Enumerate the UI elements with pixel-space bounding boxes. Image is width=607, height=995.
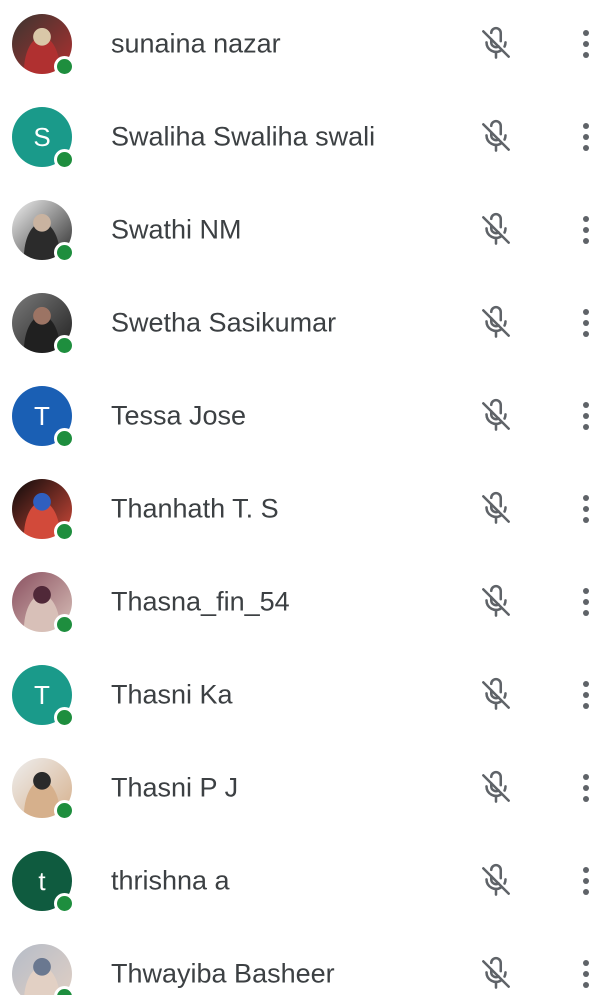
mic-off-icon[interactable] <box>477 304 515 342</box>
more-vert-icon[interactable] <box>574 675 598 715</box>
online-status-dot <box>54 799 75 821</box>
online-status-dot <box>54 241 75 263</box>
participant-row[interactable]: S Swaliha Swaliha swali <box>0 90 607 183</box>
mic-off-icon[interactable] <box>477 955 515 993</box>
participant-row[interactable]: Swathi NM <box>0 183 607 276</box>
avatar <box>12 478 75 542</box>
online-status-dot <box>54 892 75 914</box>
mic-off-icon[interactable] <box>477 25 515 63</box>
mic-off-icon[interactable] <box>477 397 515 435</box>
participant-name: Thasni P J <box>111 772 239 802</box>
participant-row[interactable]: Thwayiba Basheer <box>0 927 607 995</box>
participant-row[interactable]: sunaina nazar <box>0 0 607 90</box>
avatar <box>12 757 75 821</box>
avatar: T <box>12 664 75 728</box>
online-status-dot <box>54 148 75 170</box>
mic-off-icon[interactable] <box>477 118 515 156</box>
participant-name: Tessa Jose <box>111 400 247 430</box>
more-vert-icon[interactable] <box>574 768 598 808</box>
participant-name: Thwayiba Basheer <box>111 958 335 988</box>
more-vert-icon[interactable] <box>574 396 598 436</box>
online-status-dot <box>54 520 75 542</box>
participant-row[interactable]: t thrishna a <box>0 834 607 927</box>
avatar: S <box>12 106 75 170</box>
avatar <box>12 571 75 635</box>
more-vert-icon[interactable] <box>574 117 598 157</box>
participant-row[interactable]: Thanhath T. S <box>0 462 607 555</box>
participant-row[interactable]: Swetha Sasikumar <box>0 276 607 369</box>
mic-off-icon[interactable] <box>477 676 515 714</box>
online-status-dot <box>54 706 75 728</box>
online-status-dot <box>54 427 75 449</box>
more-vert-icon[interactable] <box>574 861 598 901</box>
avatar <box>12 13 75 77</box>
participant-name: Swetha Sasikumar <box>111 307 337 337</box>
more-vert-icon[interactable] <box>574 489 598 529</box>
mic-off-icon[interactable] <box>477 583 515 621</box>
participant-name: Thanhath T. S <box>111 493 279 523</box>
participant-row[interactable]: T Thasni Ka <box>0 648 607 741</box>
online-status-dot <box>54 613 75 635</box>
more-vert-icon[interactable] <box>574 954 598 994</box>
participant-row[interactable]: Thasni P J <box>0 741 607 834</box>
avatar <box>12 199 75 263</box>
mic-off-icon[interactable] <box>477 862 515 900</box>
avatar <box>12 292 75 356</box>
online-status-dot <box>54 55 75 77</box>
more-vert-icon[interactable] <box>574 303 598 343</box>
participant-name: Thasna_fin_54 <box>111 586 290 616</box>
online-status-dot <box>54 334 75 356</box>
participant-row[interactable]: Thasna_fin_54 <box>0 555 607 648</box>
mic-off-icon[interactable] <box>477 769 515 807</box>
participant-row[interactable]: T Tessa Jose <box>0 369 607 462</box>
participant-name: thrishna a <box>111 865 230 895</box>
more-vert-icon[interactable] <box>574 582 598 622</box>
avatar <box>12 943 75 995</box>
avatar: t <box>12 850 75 914</box>
participants-list: sunaina nazar S Swaliha Swaliha swali Swath… <box>0 0 607 995</box>
participant-name: Swaliha Swaliha swali <box>111 121 376 151</box>
avatar: T <box>12 385 75 449</box>
participant-name: Swathi NM <box>111 214 242 244</box>
participant-name: sunaina nazar <box>111 28 281 58</box>
mic-off-icon[interactable] <box>477 211 515 249</box>
more-vert-icon[interactable] <box>574 24 598 64</box>
more-vert-icon[interactable] <box>574 210 598 250</box>
participant-name: Thasni Ka <box>111 679 233 709</box>
mic-off-icon[interactable] <box>477 490 515 528</box>
